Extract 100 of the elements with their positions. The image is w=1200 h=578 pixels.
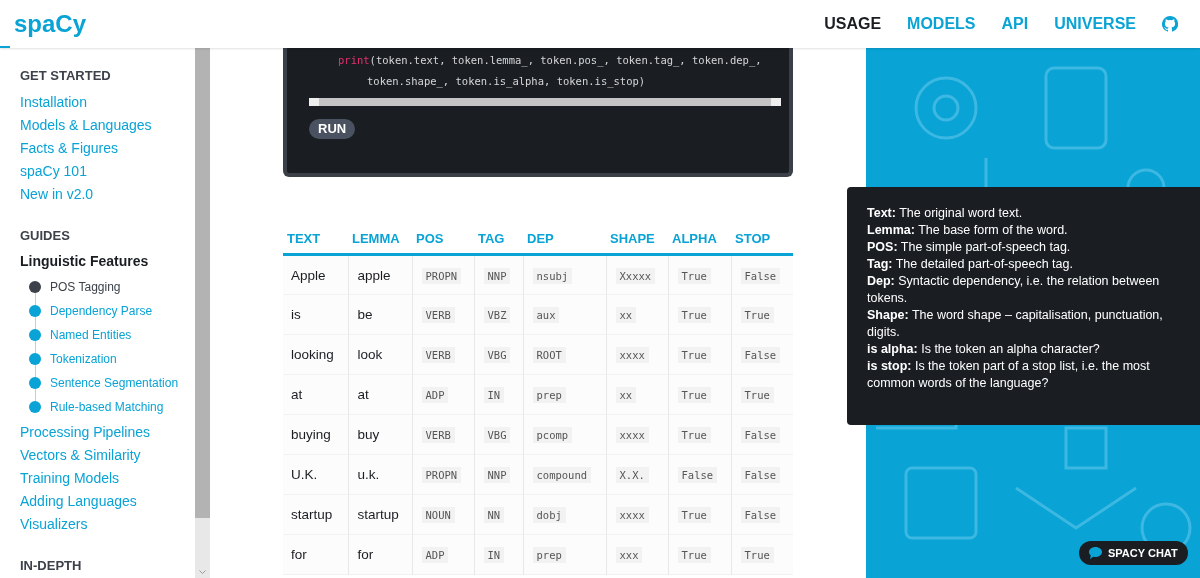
tooltip-text: Dep: Syntactic dependency, i.e. the relation between tokens. <box>867 273 1161 307</box>
table-cell: apple <box>357 267 391 283</box>
code-tag: aux <box>532 307 560 323</box>
code-tag: xxxx <box>615 507 649 523</box>
column-header: SHAPE <box>606 224 668 254</box>
sidebar-item[interactable]: New in v2.0 <box>20 182 195 206</box>
code-tag: True <box>677 507 711 523</box>
nav-link[interactable]: UNIVERSE <box>1054 12 1136 36</box>
run-button[interactable]: RUN <box>309 119 356 139</box>
code-tag: ROOT <box>532 347 566 363</box>
code-tag: xx <box>615 387 637 403</box>
code-tag: True <box>677 307 711 323</box>
sidebar-subitem[interactable]: POS Tagging <box>50 278 121 296</box>
code-tag: NN <box>483 507 505 523</box>
sidebar-item[interactable]: Linguistic Features <box>20 250 195 273</box>
sidebar-item[interactable]: Visualizers <box>20 513 195 536</box>
nav-link[interactable]: USAGE <box>824 12 882 36</box>
code-tag: NOUN <box>421 507 455 523</box>
column-header: STOP <box>731 224 793 254</box>
sidebar-item[interactable]: Training Models <box>20 467 195 490</box>
table-cell: Apple <box>291 267 326 283</box>
code-tag: prep <box>532 547 566 563</box>
chat-icon <box>1089 547 1102 559</box>
horizontal-scrollbar[interactable] <box>309 98 781 106</box>
tooltip-text: is stop: Is the token part of a stop list, i.e. the most common words of the language? <box>867 358 1151 392</box>
code-tag: xxxx <box>615 427 649 443</box>
column-header: TEXT <box>283 224 348 254</box>
code-line: print(token.text, token.lemma_, token.pos_, token.tag_, token.dep_, <box>337 53 763 69</box>
section-heading: IN-DEPTH <box>20 557 83 575</box>
code-tag: Xxxxx <box>615 267 656 284</box>
code-tag: True <box>677 387 711 403</box>
code-tag: prep <box>532 387 566 403</box>
code-tag: PROPN <box>421 467 462 483</box>
table-cell: U.K. <box>291 467 318 482</box>
code-tag: compound <box>532 467 592 483</box>
chat-button[interactable]: SPACY CHAT <box>1079 541 1188 565</box>
code-tag: VBG <box>483 427 511 443</box>
code-tag: False <box>740 347 781 363</box>
code-tag: NNP <box>483 267 511 284</box>
code-tag: False <box>740 267 781 284</box>
chevron-down-icon[interactable] <box>199 570 206 574</box>
tooltip-text: Lemma: The base form of the word. <box>867 222 1069 239</box>
code-tag: IN <box>483 547 505 563</box>
tooltip-text: POS: The simple part-of-speech tag. <box>867 239 1072 256</box>
code-tag: xx <box>615 307 637 323</box>
code-tag: True <box>677 347 711 363</box>
column-header: POS <box>412 224 474 254</box>
table-cell: u.k. <box>357 467 380 482</box>
code-tag: False <box>677 467 718 483</box>
code-tag: NNP <box>483 467 511 483</box>
code-tag: PROPN <box>421 267 462 284</box>
code-tag: VBZ <box>483 307 511 323</box>
sidebar-subitem[interactable]: Sentence Segmentation <box>50 374 179 392</box>
nav-link[interactable]: MODELS <box>907 12 976 36</box>
code-tag: True <box>740 307 774 323</box>
table-cell: buy <box>357 427 380 442</box>
table-cell: for <box>291 547 307 562</box>
table-cell: at <box>357 387 369 402</box>
sidebar-item[interactable]: Vectors & Similarity <box>20 444 195 467</box>
table-cell: startup <box>291 507 333 522</box>
table-cell: looking <box>291 347 334 362</box>
logo[interactable]: spaCy <box>14 6 87 42</box>
code-tag: True <box>740 387 774 403</box>
column-header: ALPHA <box>668 224 731 254</box>
code-tag: True <box>677 267 711 284</box>
table-cell: look <box>357 347 383 362</box>
sidebar-item[interactable]: Installation <box>20 90 195 114</box>
sidebar-subitem[interactable]: Tokenization <box>50 350 117 368</box>
sidebar-subitem[interactable]: Dependency Parse <box>50 302 153 320</box>
table-cell: is <box>291 307 301 322</box>
github-icon[interactable] <box>1162 16 1178 32</box>
code-line: token.shape_, token.is_alpha, token.is_stop) <box>366 74 647 90</box>
sidebar-item[interactable]: Processing Pipelines <box>20 421 195 444</box>
section-heading: GET STARTED <box>20 67 112 85</box>
code-tag: dobj <box>532 507 566 523</box>
column-header: DEP <box>523 224 606 254</box>
tooltip-text: Text: The original word text. <box>867 205 1024 222</box>
sidebar-item[interactable]: Models & Languages <box>20 113 195 137</box>
section-heading: GUIDES <box>20 226 71 245</box>
tooltip-text: Shape: The word shape – capitalisation, punctuation, digits. <box>867 307 1164 341</box>
code-tag: True <box>677 547 711 563</box>
code-tag: pcomp <box>532 427 573 443</box>
tooltip-text: is alpha: Is the token an alpha character? <box>867 341 1101 358</box>
sidebar-item[interactable]: spaCy 101 <box>20 159 195 183</box>
table-cell: be <box>357 307 373 322</box>
nav-link[interactable]: API <box>1001 12 1029 36</box>
code-tag: False <box>740 427 781 443</box>
code-tag: True <box>677 427 711 443</box>
code-tag: X.X. <box>615 467 649 483</box>
sidebar-subitem[interactable]: Named Entities <box>50 326 132 344</box>
sidebar-item[interactable]: Adding Languages <box>20 490 195 513</box>
code-tag: ADP <box>421 547 449 563</box>
tooltip-text: Tag: The detailed part-of-speech tag. <box>867 256 1074 273</box>
table-cell: at <box>291 387 303 402</box>
code-tag: VBG <box>483 347 511 363</box>
sidebar-subitem[interactable]: Rule-based Matching <box>50 398 164 416</box>
sidebar-item[interactable]: Facts & Figures <box>20 136 195 160</box>
code-tag: nsubj <box>532 267 573 284</box>
scrollbar[interactable] <box>195 48 210 578</box>
code-tag: xxxx <box>615 347 649 363</box>
